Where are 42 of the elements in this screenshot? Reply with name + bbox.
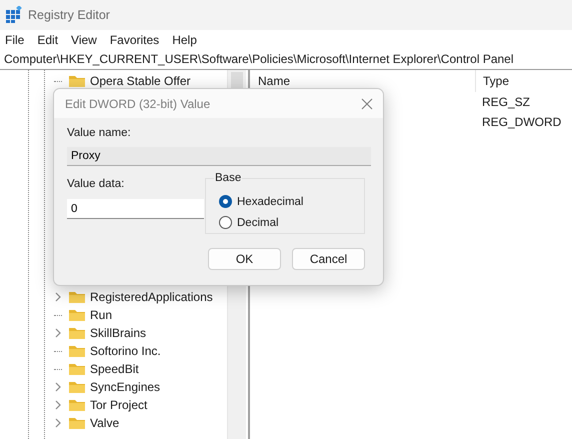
menu-item[interactable]: Favorites <box>110 32 160 46</box>
menu-item[interactable]: File <box>5 32 24 46</box>
tree-item[interactable]: RegisteredApplications <box>90 290 213 304</box>
table-cell-text: REG_DWORD <box>481 115 562 129</box>
tree-item[interactable]: Run <box>90 308 112 322</box>
folder-icon <box>68 380 86 394</box>
folder-icon <box>68 74 86 88</box>
dialog-title: Edit DWORD (32-bit) Value <box>65 96 210 110</box>
grid-icon <box>5 6 23 24</box>
radio-button[interactable] <box>219 195 232 208</box>
folder-icon <box>68 326 86 340</box>
radio-label[interactable]: Hexadecimal <box>237 196 304 208</box>
dialog-button[interactable]: Cancel <box>292 248 365 270</box>
window-title: Registry Editor <box>28 8 110 22</box>
tree-item[interactable]: Tor Project <box>90 398 148 412</box>
folder-icon <box>68 290 86 304</box>
menu-item[interactable]: Help <box>172 32 197 46</box>
close-icon[interactable] <box>361 98 373 110</box>
column-header[interactable]: Type <box>476 74 510 88</box>
field-label: Value name: <box>67 127 132 141</box>
folder-icon <box>68 308 86 322</box>
radio-label[interactable]: Decimal <box>237 216 279 228</box>
folder-icon <box>68 344 86 358</box>
group-label: Base <box>214 172 242 184</box>
tree-item[interactable]: Valve <box>90 416 120 430</box>
input-field[interactable]: Proxy <box>67 147 371 166</box>
address-bar[interactable]: Computer\HKEY_CURRENT_USER\Software\Policies\Microsoft\Internet Explorer\Control Panel <box>0 49 572 70</box>
tree-item[interactable]: Softorino Inc. <box>90 344 161 358</box>
tree-item[interactable]: SyncEngines <box>90 380 160 394</box>
tree-item[interactable]: SpeedBit <box>90 362 139 376</box>
field-label: Value data: <box>67 178 126 192</box>
menu-item[interactable]: Edit <box>37 32 58 46</box>
folder-icon <box>68 362 86 376</box>
tree-item[interactable]: SkillBrains <box>90 326 146 340</box>
tree-item[interactable]: Opera Stable Offer <box>90 74 190 88</box>
radio-button[interactable] <box>219 216 232 229</box>
dialog-button[interactable]: OK <box>208 248 281 270</box>
folder-icon <box>68 398 86 412</box>
input-field[interactable]: 0 <box>67 199 204 219</box>
folder-icon <box>68 416 86 430</box>
table-cell-text: REG_SZ <box>481 95 530 109</box>
menu-item[interactable]: View <box>71 32 97 46</box>
